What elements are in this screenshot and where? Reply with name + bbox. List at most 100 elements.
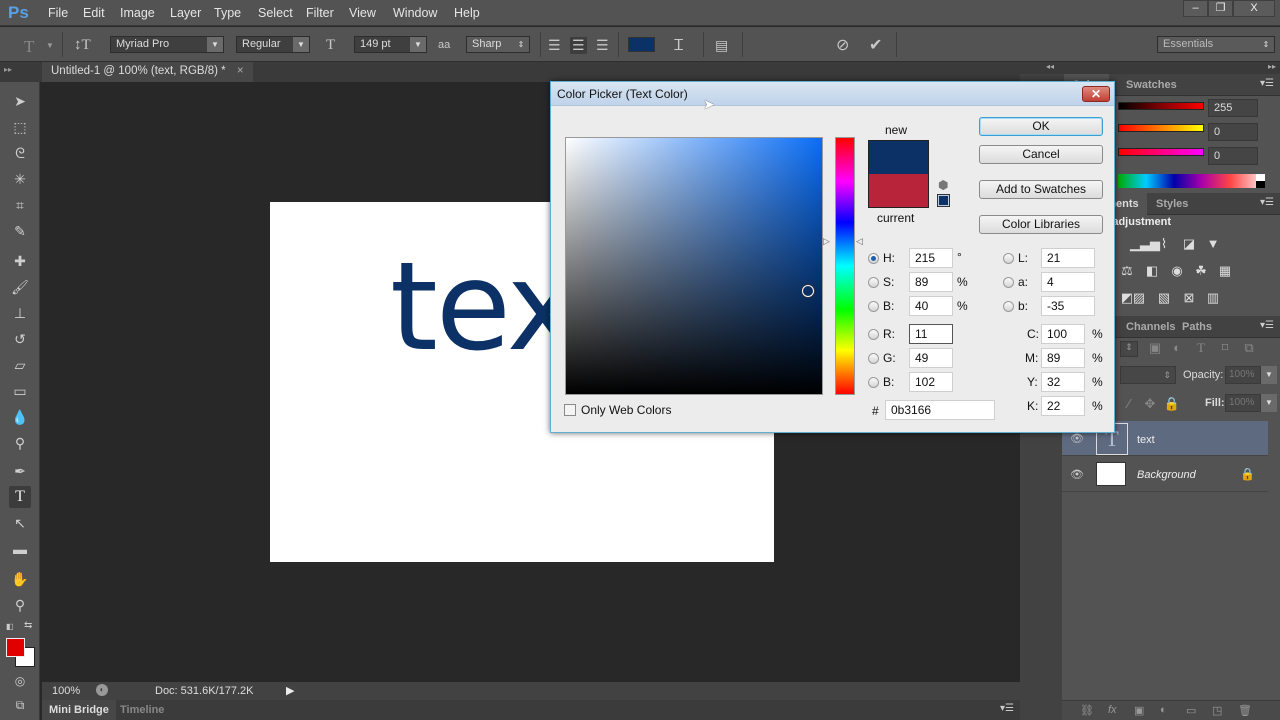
type-tool-preset-icon[interactable]: T xyxy=(24,37,34,57)
red-field[interactable]: 11 xyxy=(909,324,953,344)
radio-a-channel[interactable] xyxy=(1003,277,1014,288)
default-colors-icon[interactable]: ◧ xyxy=(6,622,14,631)
menu-image[interactable]: Image xyxy=(120,6,155,20)
expand-icon[interactable]: ▸▸ xyxy=(1268,62,1276,71)
filter-kind-select[interactable]: ⇕ xyxy=(1120,341,1138,357)
close-tab-icon[interactable]: × xyxy=(237,65,244,77)
menu-select[interactable]: Select xyxy=(258,6,293,20)
cancel-button[interactable]: Cancel xyxy=(979,145,1103,164)
panel-menu-icon[interactable]: ▾☰ xyxy=(1260,197,1274,208)
current-color-swatch[interactable] xyxy=(868,174,929,208)
layer-mask-icon[interactable]: ▣ xyxy=(1134,704,1144,717)
levels-adjustment-icon[interactable]: ▁▃▅ xyxy=(1130,237,1160,251)
blur-tool-icon[interactable]: 💧 xyxy=(9,406,31,428)
out-of-gamut-cube-icon[interactable]: ⬢ xyxy=(938,178,948,192)
menu-layer[interactable]: Layer xyxy=(170,6,201,20)
only-web-colors-checkbox[interactable] xyxy=(564,404,576,416)
tab-mini-bridge[interactable]: Mini Bridge xyxy=(42,700,116,720)
chevron-down-icon[interactable]: ▼ xyxy=(1261,394,1277,412)
red-value[interactable]: 255 xyxy=(1208,99,1258,117)
visibility-eye-icon[interactable]: 👁 xyxy=(1070,432,1084,445)
gradient-fill-adjustment-icon[interactable]: ▥ xyxy=(1204,291,1222,305)
radio-hue[interactable] xyxy=(868,253,879,264)
chevron-down-icon[interactable]: ▼ xyxy=(46,41,54,50)
lasso-tool-icon[interactable]: ᘓ xyxy=(9,142,31,164)
red-slider[interactable] xyxy=(1118,102,1204,110)
filter-smart-object-icon[interactable]: ⧉ xyxy=(1240,341,1258,355)
black-white-ramp[interactable] xyxy=(1256,174,1265,188)
add-to-swatches-button[interactable]: Add to Swatches xyxy=(979,180,1103,199)
font-family-select[interactable]: Myriad Pro ▼ xyxy=(110,36,224,53)
move-tool-icon[interactable]: ➤ xyxy=(9,90,31,112)
yellow-field[interactable]: 32 xyxy=(1041,372,1085,392)
layer-name[interactable]: Background xyxy=(1137,469,1196,481)
filter-pixel-icon[interactable]: ▣ xyxy=(1146,341,1164,355)
exposure-adjustment-icon[interactable]: ◪ xyxy=(1180,237,1198,251)
zoom-tool-icon[interactable]: ⚲ xyxy=(9,594,31,616)
zoom-level[interactable]: 100% xyxy=(52,685,80,697)
layer-name[interactable]: text xyxy=(1137,434,1155,446)
pen-tool-icon[interactable]: ✒ xyxy=(9,460,31,482)
menu-filter[interactable]: Filter xyxy=(306,6,334,20)
quick-mask-icon[interactable]: ◎ xyxy=(9,670,31,692)
lightness-field[interactable]: 21 xyxy=(1041,248,1095,268)
menu-type[interactable]: Type xyxy=(214,6,241,20)
black-white-adjustment-icon[interactable]: ◧ xyxy=(1143,264,1161,278)
screen-mode-icon[interactable]: ⧉ xyxy=(9,694,31,716)
gradient-map-adjustment-icon[interactable]: ▼ xyxy=(1204,237,1222,251)
green-field[interactable]: 49 xyxy=(909,348,953,368)
cancel-edit-icon[interactable]: ⊘ xyxy=(836,35,849,55)
dialog-close-button[interactable]: ✕ xyxy=(1082,86,1110,102)
path-selection-tool-icon[interactable]: ↖ xyxy=(9,512,31,534)
dialog-titlebar[interactable]: Color Picker (Text Color) ✕ xyxy=(551,82,1114,106)
lock-pixels-icon[interactable]: ∕ xyxy=(1120,397,1138,411)
status-menu-arrow-icon[interactable]: ▶ xyxy=(286,684,294,697)
panel-menu-icon[interactable]: ▾☰ xyxy=(1260,78,1274,89)
visibility-eye-icon[interactable]: 👁 xyxy=(1070,468,1084,481)
green-value[interactable]: 0 xyxy=(1208,123,1258,141)
brightness-field[interactable]: 40 xyxy=(909,296,953,316)
link-layers-icon[interactable]: ⛓ xyxy=(1080,704,1094,717)
cyan-field[interactable]: 100 xyxy=(1041,324,1085,344)
hue-slider[interactable] xyxy=(835,137,855,395)
tab-paths[interactable]: Paths xyxy=(1174,316,1220,338)
history-brush-tool-icon[interactable]: ↺ xyxy=(9,328,31,350)
menu-help[interactable]: Help xyxy=(454,6,480,20)
expand-icon[interactable]: ▸▸ xyxy=(4,65,12,74)
eyedropper-tool-icon[interactable]: ✎ xyxy=(9,220,31,242)
antialias-select[interactable]: Sharp ⇕ xyxy=(466,36,530,53)
color-field-marker[interactable] xyxy=(802,285,814,297)
color-libraries-button[interactable]: Color Libraries xyxy=(979,215,1103,234)
align-right-icon[interactable]: ☰ xyxy=(596,37,609,54)
radio-lightness[interactable] xyxy=(1003,253,1014,264)
panel-menu-icon[interactable]: ▾☰ xyxy=(1260,320,1274,331)
rectangle-tool-icon[interactable]: ▬ xyxy=(9,538,31,560)
healing-brush-tool-icon[interactable]: ✚ xyxy=(9,250,31,272)
threshold-adjustment-icon[interactable]: ▧ xyxy=(1155,291,1173,305)
panel-menu-icon[interactable]: ▾☰ xyxy=(1000,703,1014,714)
saturation-brightness-field[interactable] xyxy=(565,137,823,395)
menu-view[interactable]: View xyxy=(349,6,376,20)
hue-slider-left-arrow-icon[interactable]: ▷ xyxy=(823,236,830,247)
curves-adjustment-icon[interactable]: ⌇ xyxy=(1155,237,1173,251)
fill-field[interactable]: 100% xyxy=(1225,394,1261,412)
blue-slider[interactable] xyxy=(1118,148,1204,156)
text-orientation-icon[interactable]: ↕T xyxy=(74,37,91,54)
warp-text-icon[interactable]: Ꮖ xyxy=(674,37,684,54)
radio-green[interactable] xyxy=(868,353,879,364)
magenta-field[interactable]: 89 xyxy=(1041,348,1085,368)
workspace-select[interactable]: Essentials ⇕ xyxy=(1157,36,1275,53)
commit-edit-icon[interactable]: ✔ xyxy=(869,35,882,55)
text-color-swatch[interactable] xyxy=(628,37,655,52)
layer-style-icon[interactable]: fx xyxy=(1108,704,1117,716)
new-group-icon[interactable]: ▭ xyxy=(1186,704,1196,717)
minimize-button[interactable]: – xyxy=(1183,0,1208,17)
menu-edit[interactable]: Edit xyxy=(83,6,105,20)
a-channel-field[interactable]: 4 xyxy=(1041,272,1095,292)
b-channel-field[interactable]: -35 xyxy=(1041,296,1095,316)
font-size-select[interactable]: 149 pt ▼ xyxy=(354,36,427,53)
radio-saturation[interactable] xyxy=(868,277,879,288)
layer-row-background[interactable]: 👁 Background 🔒 xyxy=(1062,457,1268,492)
radio-red[interactable] xyxy=(868,329,879,340)
eraser-tool-icon[interactable]: ▱ xyxy=(9,354,31,376)
